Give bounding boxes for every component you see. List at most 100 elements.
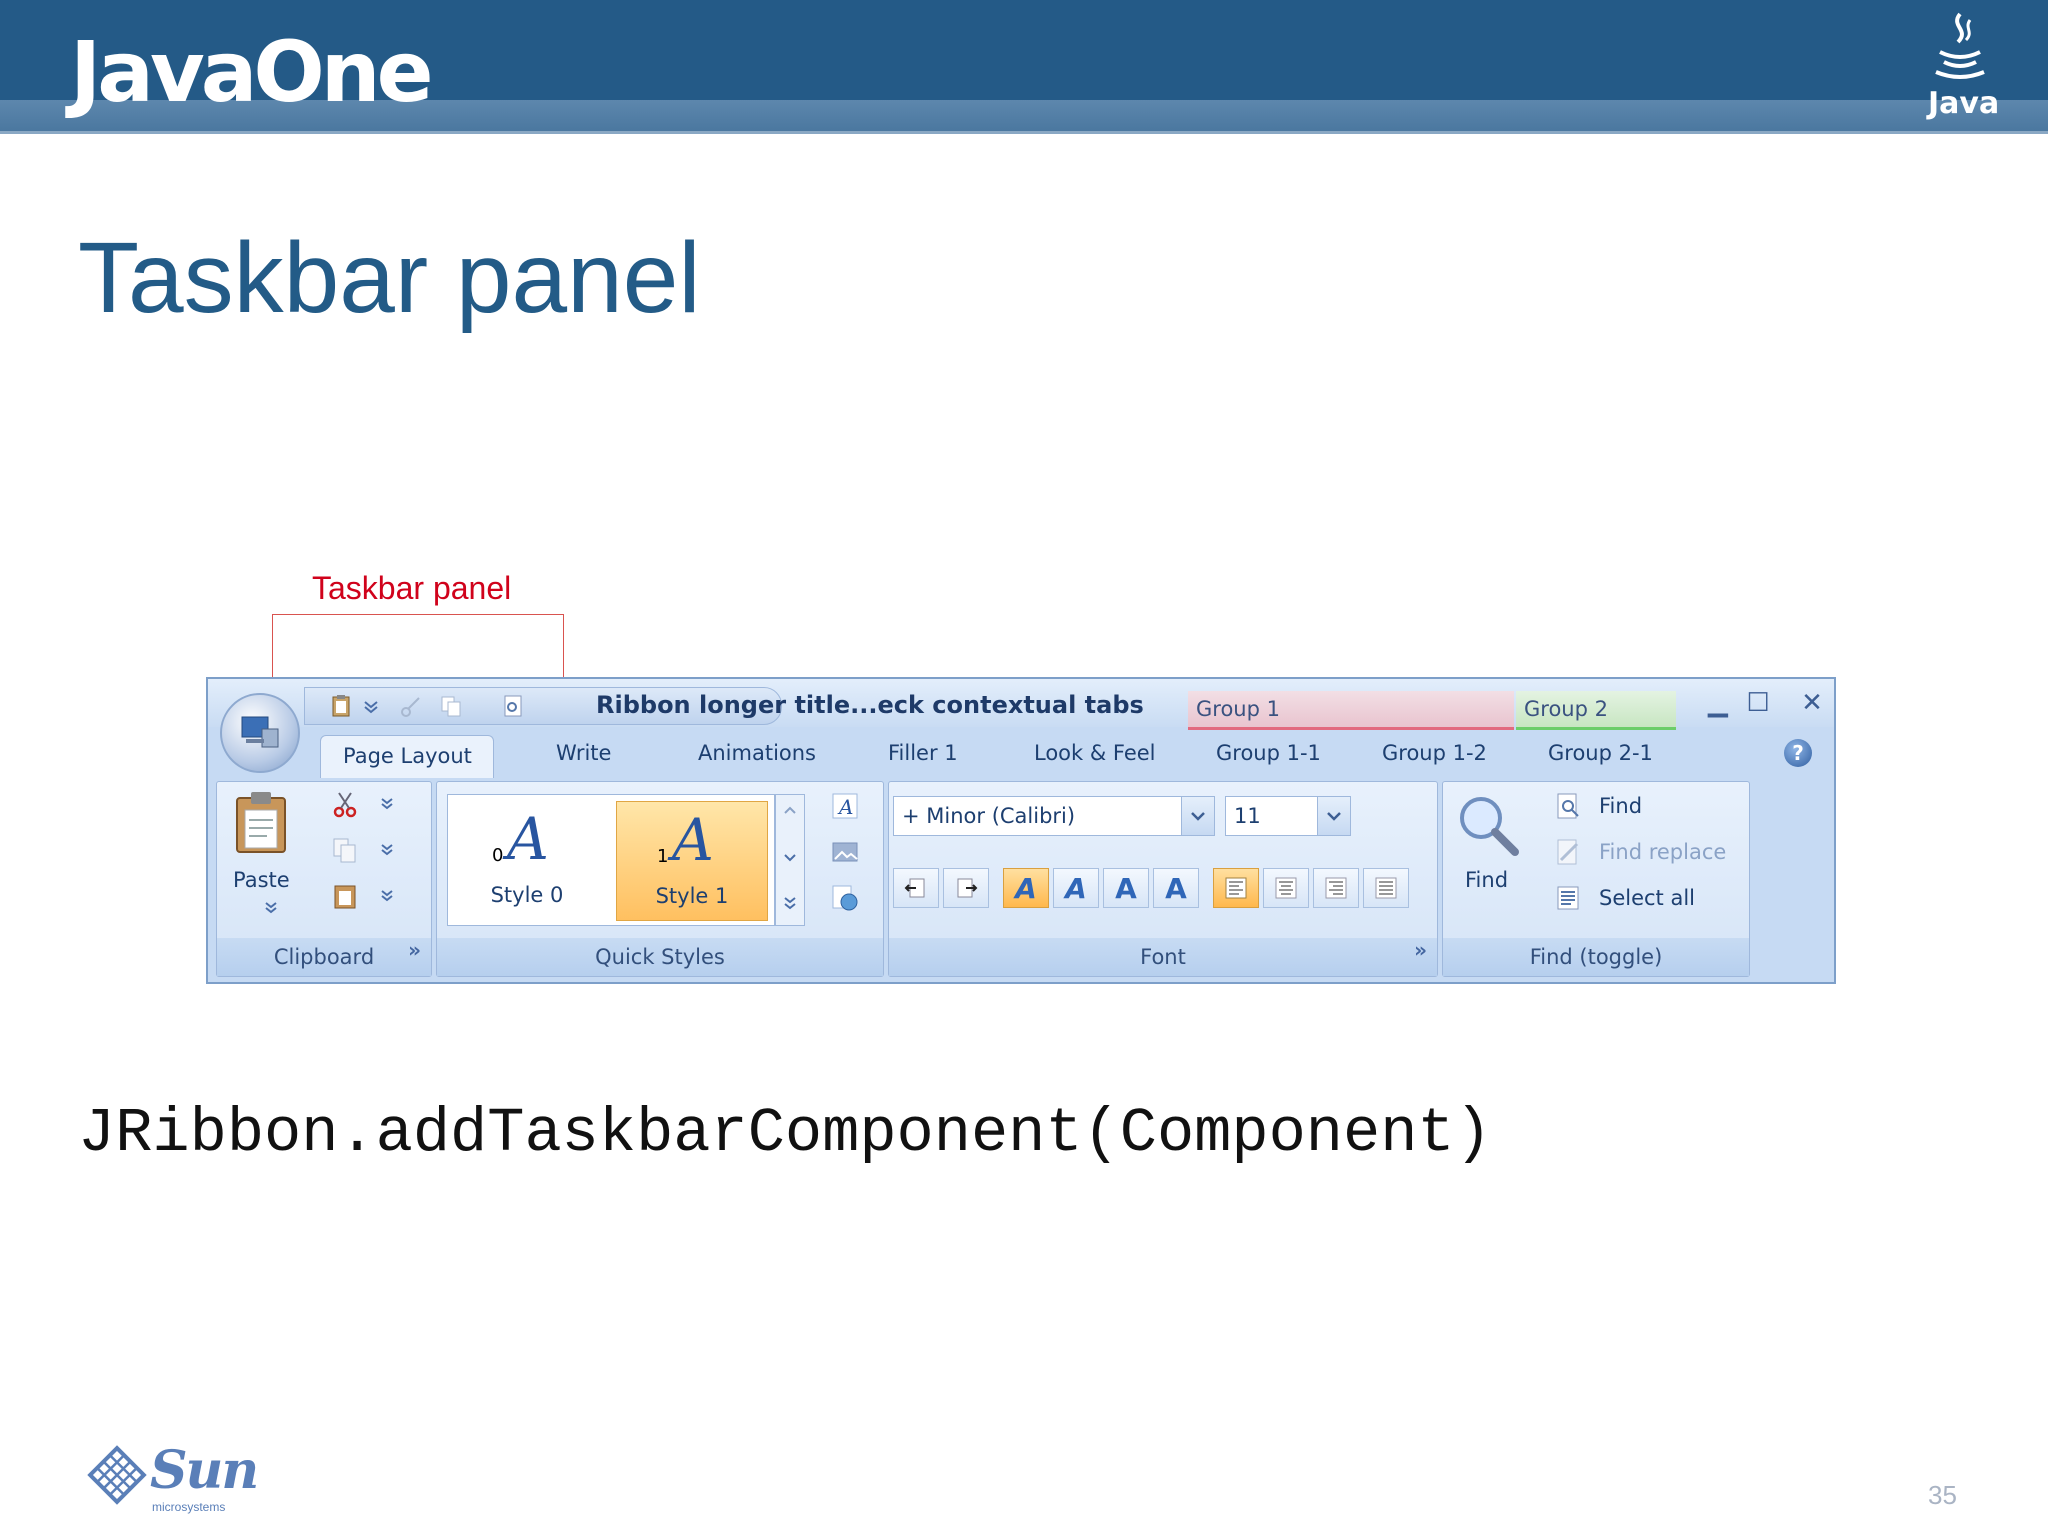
slide: JavaOne Java Taskbar panel Taskbar panel: [0, 0, 2048, 1536]
find-button[interactable]: Find: [1599, 794, 1642, 818]
ribbon-tab-row: Page Layout Write Animations Filler 1 Lo…: [208, 727, 1834, 778]
font-size-value: 11: [1234, 804, 1261, 828]
code-snippet: JRibbon.addTaskbarComponent(Component): [78, 1098, 1492, 1169]
magnifier-icon: [1460, 797, 1519, 856]
sun-logo-subtext: microsystems: [152, 1500, 226, 1514]
paste-button[interactable]: Paste: [233, 868, 290, 892]
clipboard-icon[interactable]: [329, 694, 353, 718]
align-left-icon: [1225, 877, 1247, 899]
chevron-down-icon[interactable]: [377, 886, 397, 906]
chevron-down-icon: [1191, 812, 1205, 821]
quick-styles-gallery: A 0 Style 0 A 1 Style 1: [447, 794, 775, 926]
copy-icon[interactable]: [439, 694, 463, 718]
find-icon[interactable]: [1555, 792, 1583, 820]
expand-icon[interactable]: »: [1414, 931, 1427, 969]
minimize-icon[interactable]: ▁: [1702, 687, 1734, 719]
font-a-icon: A: [1015, 872, 1037, 905]
align-right-button[interactable]: [1313, 868, 1359, 908]
align-left-button[interactable]: [1213, 868, 1259, 908]
tab-animations[interactable]: Animations: [698, 741, 816, 765]
find-page-icon[interactable]: [501, 694, 525, 718]
tab-page-layout[interactable]: Page Layout: [320, 735, 494, 778]
scroll-down-icon[interactable]: [782, 849, 798, 865]
quick-styles-band-label: Quick Styles: [595, 945, 725, 969]
indent-left-button[interactable]: [893, 868, 939, 908]
header-divider: [0, 131, 2048, 134]
style-0-label: Style 0: [490, 883, 564, 907]
font-size-dropdown[interactable]: [1317, 797, 1350, 835]
javaone-logo: JavaOne: [70, 23, 434, 121]
close-icon[interactable]: ✕: [1796, 687, 1828, 719]
java-cup-icon: [1935, 12, 1985, 79]
indent-right-button[interactable]: [943, 868, 989, 908]
chevron-down-icon[interactable]: [261, 898, 281, 918]
copy-icon[interactable]: [331, 836, 359, 864]
chevron-down-icon: [1327, 812, 1341, 821]
font-a-icon: A: [1065, 872, 1087, 905]
cut-icon[interactable]: [399, 694, 423, 718]
font-style-a3-button[interactable]: A: [1103, 868, 1149, 908]
text-style-icon[interactable]: A: [831, 792, 859, 820]
find-big-button[interactable]: Find: [1465, 868, 1508, 892]
expand-icon[interactable]: »: [408, 931, 421, 969]
chevron-down-icon[interactable]: [377, 794, 397, 814]
header-bar: JavaOne Java: [0, 0, 2048, 134]
image-icon[interactable]: [831, 838, 859, 866]
style-glyph-icon: A: [672, 806, 714, 874]
gallery-expand-icon[interactable]: [782, 893, 798, 913]
tab-group-1-2[interactable]: Group 1-2: [1382, 741, 1487, 765]
font-band: + Minor (Calibri) 11 A A A A Font »: [888, 781, 1438, 977]
select-all-button[interactable]: Select all: [1599, 886, 1695, 910]
font-size-combo[interactable]: 11: [1225, 796, 1351, 836]
help-icon[interactable]: ?: [1784, 739, 1812, 767]
web-icon[interactable]: [831, 884, 859, 912]
style-1-button[interactable]: A 1 Style 1: [616, 801, 768, 921]
align-justify-icon: [1375, 877, 1397, 899]
contextual-group-1-label: Group 1: [1196, 697, 1280, 721]
font-style-a2-button[interactable]: A: [1053, 868, 1099, 908]
find-band: Find Find Find replace Select all Find (…: [1442, 781, 1750, 977]
maximize-icon[interactable]: ☐: [1742, 687, 1774, 719]
font-style-a1-button[interactable]: A: [1003, 868, 1049, 908]
clipboard-band-title: Clipboard »: [217, 938, 431, 976]
computer-icon: [241, 716, 279, 748]
tab-look-and-feel[interactable]: Look & Feel: [1034, 741, 1156, 765]
paste-small-icon[interactable]: [331, 882, 359, 910]
find-replace-button[interactable]: Find replace: [1599, 840, 1726, 864]
select-all-icon[interactable]: [1555, 884, 1583, 912]
chevron-down-icon[interactable]: [359, 694, 383, 718]
style-0-button[interactable]: A 0 Style 0: [452, 801, 602, 919]
scroll-up-icon[interactable]: [782, 803, 798, 819]
align-justify-button[interactable]: [1363, 868, 1409, 908]
clipboard-band-label: Clipboard: [273, 945, 375, 969]
font-a-icon: A: [1165, 872, 1187, 905]
ribbon-title: Ribbon longer title...eck contextual tab…: [596, 691, 1144, 719]
tab-filler-1[interactable]: Filler 1: [888, 741, 958, 765]
find-replace-icon[interactable]: [1555, 838, 1583, 866]
cut-icon[interactable]: [331, 790, 359, 818]
quick-styles-band-title: Quick Styles: [437, 938, 883, 976]
sun-logo: Sun microsystems: [86, 1440, 266, 1520]
font-family-combo[interactable]: + Minor (Calibri): [893, 796, 1215, 836]
font-family-value: + Minor (Calibri): [902, 804, 1076, 828]
contextual-group-2[interactable]: Group 2: [1516, 691, 1676, 730]
sun-logo-text: Sun: [150, 1440, 259, 1501]
tab-group-2-1[interactable]: Group 2-1: [1548, 741, 1653, 765]
callout-label: Taskbar panel: [312, 570, 512, 606]
font-family-dropdown[interactable]: [1181, 797, 1214, 835]
tab-page-layout-label: Page Layout: [343, 744, 472, 768]
page-number: 35: [1928, 1480, 1957, 1510]
application-menu-button[interactable]: [220, 693, 300, 773]
clipboard-band: Paste Clipboard »: [216, 781, 432, 977]
style-1-label: Style 1: [655, 884, 729, 908]
contextual-group-1[interactable]: Group 1: [1188, 691, 1514, 730]
slide-title: Taskbar panel: [78, 222, 701, 334]
chevron-down-icon[interactable]: [377, 840, 397, 860]
tab-group-1-1[interactable]: Group 1-1: [1216, 741, 1321, 765]
tab-write[interactable]: Write: [556, 741, 611, 765]
gallery-scroll-buttons: [775, 794, 805, 926]
ribbon-window: Ribbon longer title...eck contextual tab…: [206, 677, 1836, 984]
align-right-icon: [1325, 877, 1347, 899]
font-style-a4-button[interactable]: A: [1153, 868, 1199, 908]
align-center-button[interactable]: [1263, 868, 1309, 908]
